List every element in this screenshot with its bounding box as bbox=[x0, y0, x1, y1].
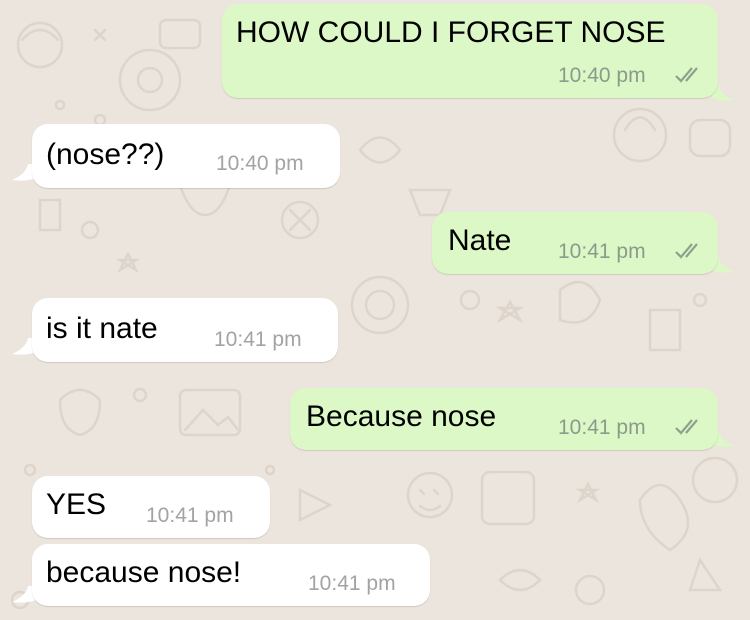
message-bubble-outgoing[interactable]: Nate 10:41 pm bbox=[432, 212, 718, 274]
message-bubble-outgoing[interactable]: HOW COULD I FORGET NOSE 10:40 pm bbox=[222, 4, 718, 98]
read-ticks-icon bbox=[675, 419, 698, 435]
message-timestamp: 10:41 pm bbox=[214, 328, 302, 351]
message-text: (nose??) bbox=[46, 138, 165, 171]
message-timestamp: 10:41 pm bbox=[308, 572, 396, 595]
message-bubble-incoming[interactable]: YES 10:41 pm bbox=[32, 476, 270, 538]
message-timestamp: 10:40 pm bbox=[216, 152, 304, 175]
message-bubble-incoming[interactable]: is it nate 10:41 pm bbox=[32, 298, 338, 362]
message-text: Nate bbox=[448, 224, 512, 257]
message-bubble-outgoing[interactable]: Because nose 10:41 pm bbox=[290, 388, 718, 450]
read-ticks-icon bbox=[675, 243, 698, 259]
message-bubble-incoming[interactable]: because nose! 10:41 pm bbox=[32, 544, 430, 606]
message-timestamp: 10:40 pm bbox=[558, 64, 646, 87]
message-timestamp: 10:41 pm bbox=[558, 240, 646, 263]
message-timestamp: 10:41 pm bbox=[558, 416, 646, 439]
message-timestamp: 10:41 pm bbox=[146, 504, 234, 527]
message-text: YES bbox=[46, 488, 107, 521]
message-bubble-incoming[interactable]: (nose??) 10:40 pm bbox=[32, 124, 340, 188]
message-text: is it nate bbox=[46, 312, 158, 345]
message-text: HOW COULD I FORGET NOSE bbox=[236, 16, 666, 49]
message-text: Because nose bbox=[306, 400, 497, 433]
read-ticks-icon bbox=[675, 67, 698, 83]
message-text: because nose! bbox=[46, 556, 242, 589]
